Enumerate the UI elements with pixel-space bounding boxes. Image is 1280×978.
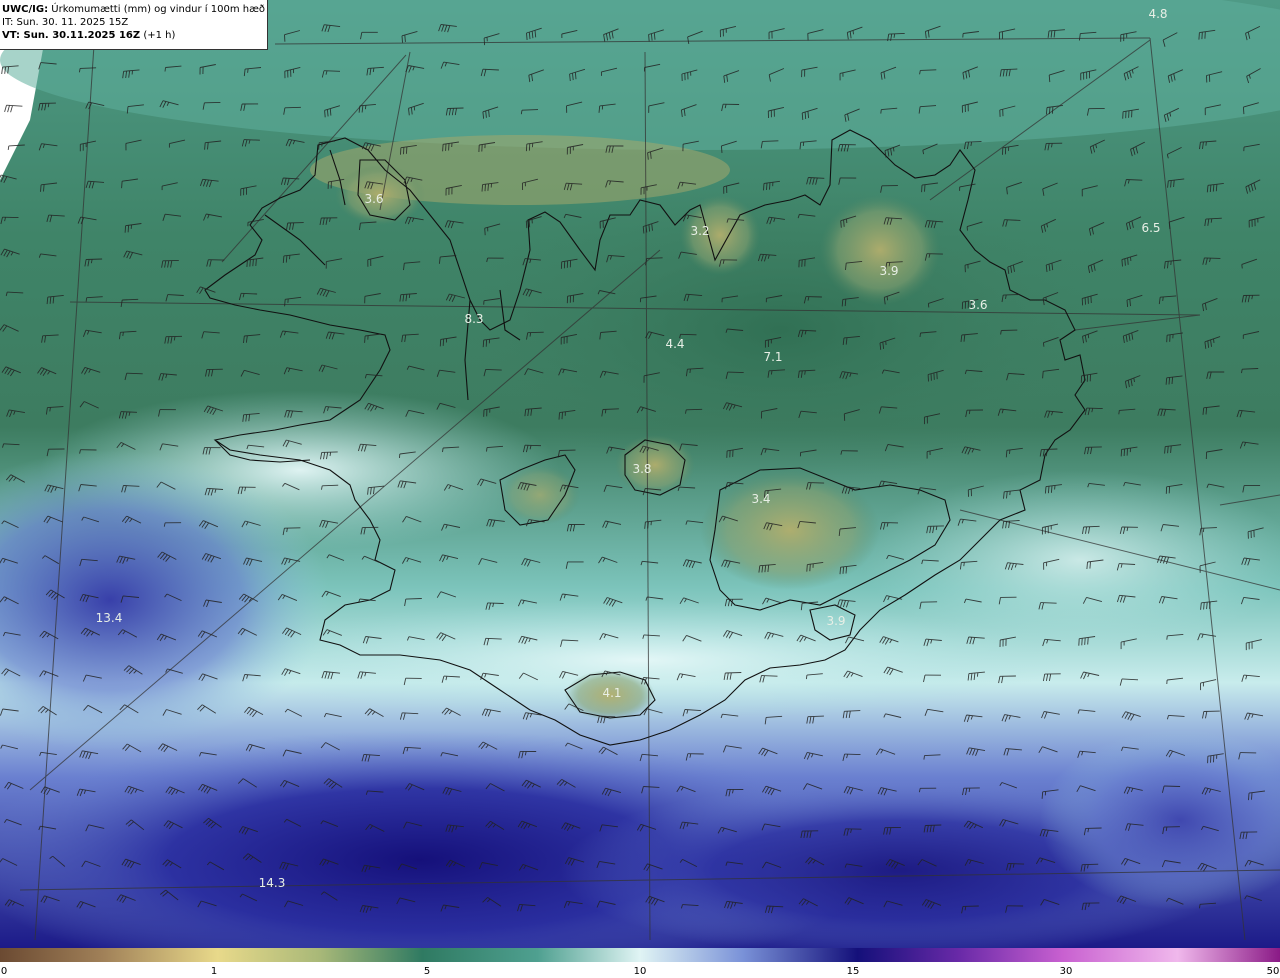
legend-colorbar: 0 1 5 10 15 30 50 [0,948,1280,978]
value-label-vatnajokull: 3.4 [751,492,770,506]
value-label-ne-corner: 4.8 [1148,7,1167,21]
value-label-trollaskagi: 3.2 [690,224,709,238]
legend-tick-30: 30 [1060,966,1073,977]
legend-tick-10: 10 [634,966,647,977]
weather-map-view: 4.8 3.6 3.2 6.5 3.9 3.6 8.3 4.4 7.1 3.8 3.4 3.9 13.4… [0,0,1280,978]
value-label-central-highland: 7.1 [763,350,782,364]
legend-tick-1: 1 [211,966,217,977]
value-label-oraefajokull: 3.9 [826,614,845,628]
forecast-offset: (+1 h) [143,30,176,41]
initial-time: IT: Sun. 30. 11. 2025 15Z [2,17,129,28]
value-label-east-sea: 6.5 [1141,221,1160,235]
precipitation-map: 4.8 3.6 3.2 6.5 3.9 3.6 8.3 4.4 7.1 3.8 3.4 3.9 13.4… [0,0,1280,978]
value-label-west-sea: 13.4 [96,611,123,625]
value-label-east-fjords: 3.6 [968,298,987,312]
value-label-westfjords-north: 3.6 [364,192,383,206]
value-label-southwest-sea: 14.3 [259,876,286,890]
value-label-myrdalsjokull: 4.1 [602,686,621,700]
map-header: UWC/IG: Úrkomumætti (mm) og vindur í 100… [0,0,268,50]
valid-time-line: VT: Sun. 30.11.2025 16Z (+1 h) [2,29,264,42]
value-label-northeast-highland: 3.9 [879,264,898,278]
value-label-hofsjokull: 3.8 [632,462,651,476]
legend-tick-0: 0 [1,966,7,977]
model-name: UWC/IG: [2,4,49,15]
value-label-north-central: 4.4 [665,337,684,351]
legend-tick-50: 50 [1267,966,1280,977]
product-name: Úrkomumætti (mm) og vindur í 100m hæð [51,4,266,15]
legend-tick-5: 5 [424,966,430,977]
legend-tick-15: 15 [847,966,860,977]
valid-time: VT: Sun. 30.11.2025 16Z [2,30,141,41]
header-title-line: UWC/IG: Úrkomumætti (mm) og vindur í 100… [2,3,266,16]
value-label-breidafjordur: 8.3 [464,312,483,326]
